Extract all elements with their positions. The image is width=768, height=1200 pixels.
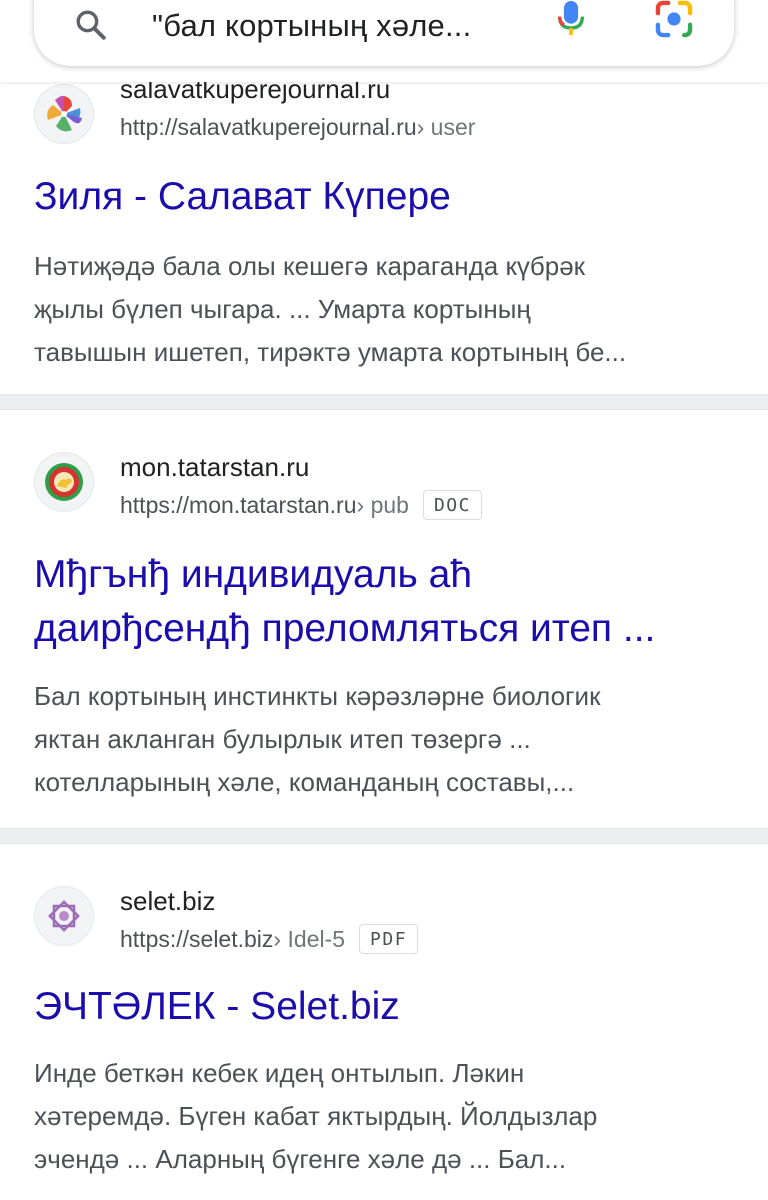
title-line: даирђсендђ преломляться итеп ... xyxy=(34,607,656,650)
site-url[interactable]: http://salavatkuperejournal.ru › user xyxy=(120,114,475,141)
site-url[interactable]: https://selet.biz › Idel-5 PDF xyxy=(120,924,419,954)
title-line: Мђгънђ индивидуаль аћ xyxy=(34,553,473,596)
result-snippet: Бал кортының инстинкты кәрәзләрне биолог… xyxy=(34,675,728,804)
snippet-line: Инде беткән кебек идең онтылып. Ләкин xyxy=(34,1058,525,1088)
snippet-line: яктан акланган булырлык итеп төзергә ... xyxy=(34,724,531,754)
site-favicon[interactable] xyxy=(34,84,94,144)
search-result: selet.biz https://selet.biz › Idel-5 PDF… xyxy=(0,844,768,1200)
snippet-line: Нәтиҗәдә бала олы кешегә караганда күбрә… xyxy=(34,251,586,281)
snippet-line: тавышын ишетеп, тирәктә умарта кортының … xyxy=(34,337,627,367)
title-line: Зиля - Салават Күпере xyxy=(34,175,451,218)
snippet-line: котелларының хәле, команданың составы,..… xyxy=(34,767,575,797)
search-input[interactable]: "бал кортының хәле... xyxy=(152,8,471,44)
search-result: mon.tatarstan.ru https://mon.tatarstan.r… xyxy=(0,410,768,828)
result-snippet: Инде беткән кебек идең онтылып. Ләкин хә… xyxy=(34,1052,728,1181)
title-line: ЭЧТӘЛЕК - Selet.biz xyxy=(34,985,400,1028)
url-base: https://mon.tatarstan.ru xyxy=(120,491,357,518)
site-name[interactable]: mon.tatarstan.ru xyxy=(120,452,309,483)
snippet-line: хәтеремдә. Бүген кабат яктырдың. Йолдызл… xyxy=(34,1101,598,1131)
result-divider xyxy=(0,394,768,410)
site-favicon[interactable] xyxy=(34,452,94,512)
microphone-icon[interactable] xyxy=(554,0,588,38)
url-path: › Idel-5 xyxy=(273,925,346,952)
search-header: "бал кортының хәле... xyxy=(0,0,768,82)
snippet-line: җылы бүлеп чыгара. ... Умарта кортының xyxy=(34,294,531,324)
file-type-badge: PDF xyxy=(359,924,419,954)
url-base: http://salavatkuperejournal.ru xyxy=(120,114,417,140)
search-icon[interactable] xyxy=(74,8,108,42)
result-divider xyxy=(0,828,768,844)
file-type-badge: DOC xyxy=(422,490,482,520)
result-snippet: Нәтиҗәдә бала олы кешегә караганда күбрә… xyxy=(34,245,728,374)
search-box[interactable]: "бал кортының хәле... xyxy=(34,0,734,66)
search-results-page: salavatkuperejournal.ru http://salavatku… xyxy=(0,0,768,1200)
ornament-logo-icon xyxy=(48,900,80,932)
google-lens-icon[interactable] xyxy=(654,0,694,38)
search-result: salavatkuperejournal.ru http://salavatku… xyxy=(0,74,768,394)
result-title-link[interactable]: ЭЧТӘЛЕК - Selet.biz xyxy=(34,980,738,1034)
tatarstan-emblem-icon xyxy=(45,463,83,501)
snippet-line: Бал кортының инстинкты кәрәзләрне биолог… xyxy=(34,681,601,711)
snippet-line: эчендә ... Аларның бүгенге хәле дә ... Б… xyxy=(34,1144,567,1174)
site-favicon[interactable] xyxy=(34,886,94,946)
url-path: › user xyxy=(416,114,476,140)
pinwheel-logo-icon xyxy=(47,95,82,132)
result-title-link[interactable]: Зиля - Салават Күпере xyxy=(34,170,738,224)
url-base: https://selet.biz xyxy=(120,925,274,952)
site-url[interactable]: https://mon.tatarstan.ru › pub DOC xyxy=(120,490,482,520)
site-name[interactable]: selet.biz xyxy=(120,886,215,917)
result-title-link[interactable]: Мђгънђ индивидуаль аћ даирђсендђ преломл… xyxy=(34,548,738,656)
url-path: › pub xyxy=(356,491,409,518)
